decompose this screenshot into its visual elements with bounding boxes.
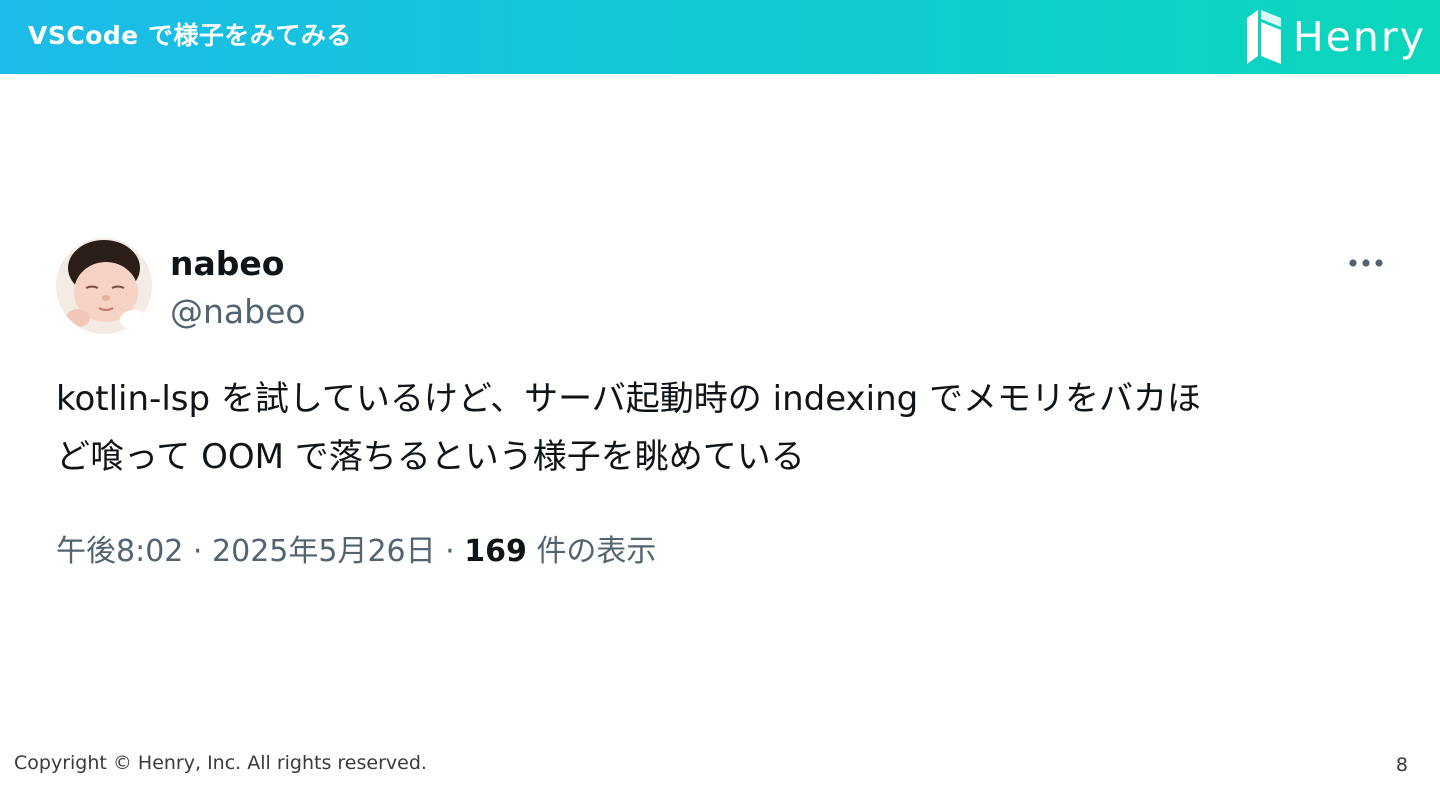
user-handle[interactable]: @nabeo [170,292,306,331]
logo-wordmark: Henry [1292,13,1426,61]
header-bar: VSCode で様子をみてみる Henry [0,0,1440,74]
henry-logo: Henry [1245,8,1426,66]
views-label: 件の表示 [536,534,657,569]
avatar[interactable] [56,238,152,334]
tweet-text-line-1: kotlin-lsp を試しているけど、サーバ起動時の indexing でメモ… [56,379,1202,419]
tweet-time[interactable]: 午後8:02 [56,534,183,569]
page-number: 8 [1395,754,1408,776]
meta-separator: · [192,534,203,569]
slide-title: VSCode で様子をみてみる [28,21,352,50]
tweet-meta: 午後8:02 · 2025年5月26日 · 169 件の表示 [56,526,656,570]
copyright-text: Copyright © Henry, Inc. All rights reser… [14,752,427,774]
tweet-date[interactable]: 2025年5月26日 [212,534,436,569]
meta-separator: · [445,534,455,569]
slide: VSCode で様子をみてみる Henry nabeo @nabeo kotli… [0,0,1440,810]
henry-logo-icon [1246,10,1281,64]
baby-avatar [56,238,152,334]
more-horizontal-icon[interactable] [1348,258,1384,268]
tweet-text-line-2: ど喰って OOM で落ちるという様子を眺めている [56,437,805,477]
display-name[interactable]: nabeo [170,244,284,283]
views-count: 169 [464,534,527,569]
tweet-text: kotlin-lsp を試しているけど、サーバ起動時の indexing でメモ… [56,370,1390,486]
